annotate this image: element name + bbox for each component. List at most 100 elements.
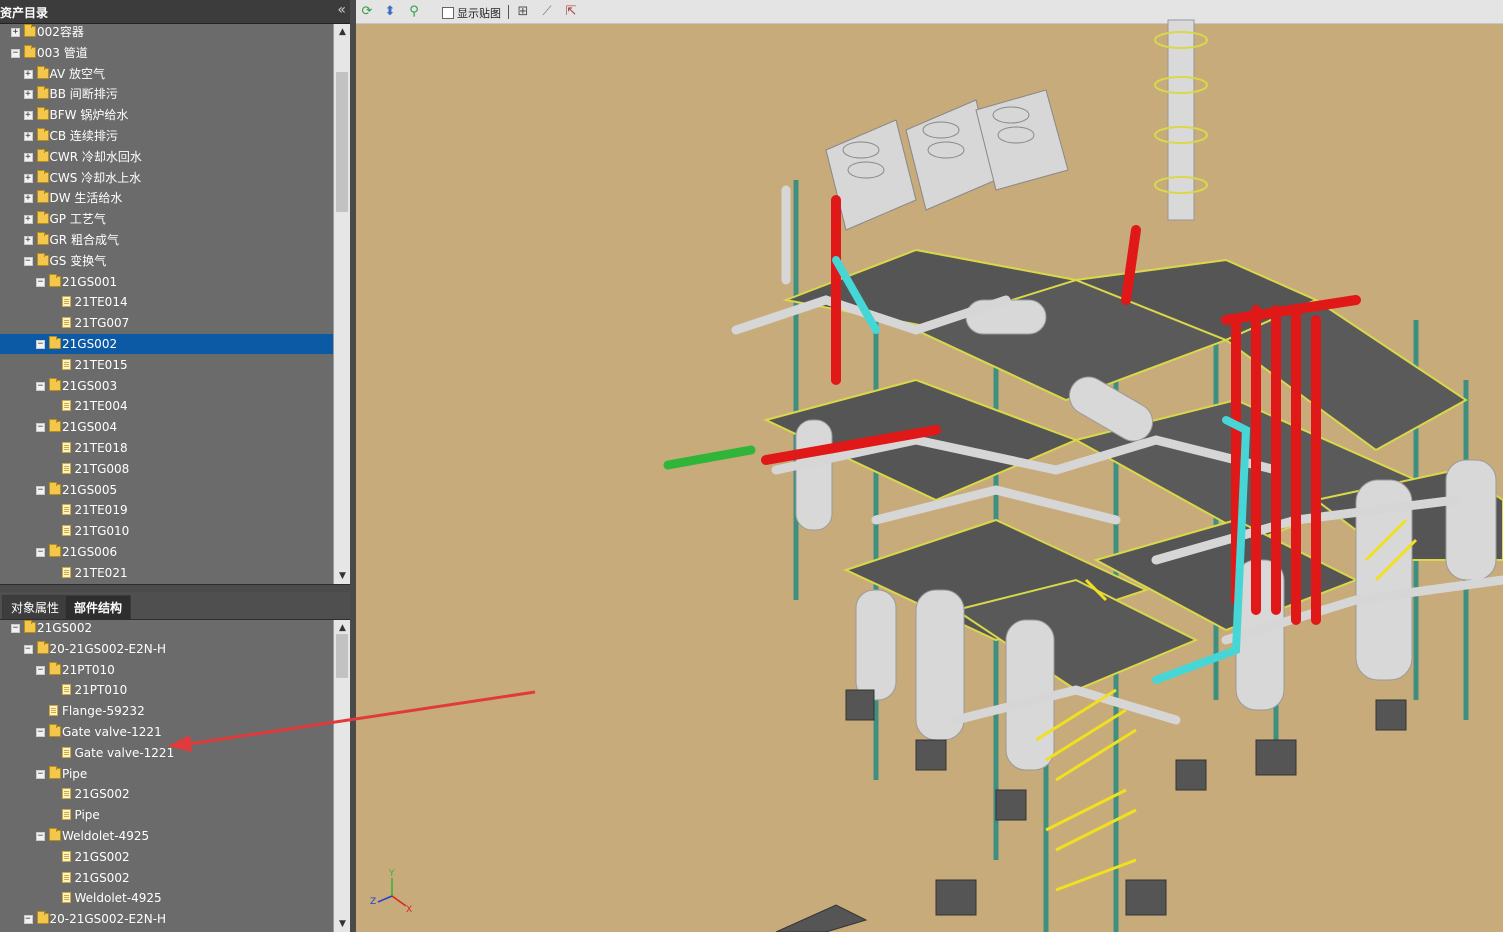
tree-node-21te019[interactable]: 21TE019 xyxy=(0,500,333,520)
expand-icon[interactable]: + xyxy=(23,194,33,204)
tree-node-bfw[interactable]: + BFW 锅炉给水 xyxy=(0,105,333,125)
tree-node-label: 21TG010 xyxy=(74,524,130,539)
tree-node-21gs002[interactable]: 21GS002 xyxy=(0,847,333,867)
tree-node-21pt010[interactable]: 21PT010 xyxy=(0,680,333,700)
tree-node-003[interactable]: − 003 管道 xyxy=(0,43,333,63)
collapse-icon[interactable]: − xyxy=(36,340,45,349)
expand-icon[interactable]: + xyxy=(23,111,33,121)
collapse-icon[interactable]: − xyxy=(36,277,45,287)
tree-node-21gs002[interactable]: − 21GS002 xyxy=(0,620,333,638)
tree-node-flange-59232[interactable]: Flange-59232 xyxy=(0,701,333,721)
tree-node-20-21gs002-e2n-h[interactable]: − 20-21GS002-E2N-H xyxy=(0,909,333,929)
tree-node-21te021[interactable]: 21TE021 xyxy=(0,563,333,583)
collapse-icon[interactable]: − xyxy=(36,381,45,391)
folder-icon xyxy=(49,544,61,557)
document-icon xyxy=(61,296,71,308)
tree-node-21gs003[interactable]: − 21GS003 xyxy=(0,376,333,396)
tree-node-21gs006[interactable]: − 21GS006 xyxy=(0,542,333,562)
panel-divider[interactable] xyxy=(0,584,352,592)
tree-node-21te014[interactable]: 21TE014 xyxy=(0,292,333,312)
collapse-icon[interactable]: − xyxy=(36,548,45,557)
scroll-up-icon[interactable]: ▲ xyxy=(334,24,351,40)
tree-node-21tg008[interactable]: 21TG008 xyxy=(0,459,333,479)
expand-icon[interactable]: + xyxy=(23,215,33,225)
collapse-icon[interactable]: − xyxy=(23,644,33,654)
component-tree[interactable]: −21GS002−20-21GS002-E2N-H −21PT010 21PT010… xyxy=(0,620,333,932)
tree-node-gr[interactable]: + GR 粗合成气 xyxy=(0,230,333,250)
expand-icon[interactable]: + xyxy=(23,90,33,100)
document-icon xyxy=(61,400,71,412)
tree-node-weldolet-4925[interactable]: Weldolet-4925 xyxy=(0,888,333,908)
scroll-down-icon[interactable]: ▼ xyxy=(334,568,351,584)
tree-node-pipe[interactable]: Pipe xyxy=(0,805,333,825)
tree-node-label: 20-21GS002-E2N-H xyxy=(49,912,167,927)
collapse-icon[interactable]: − xyxy=(11,48,20,58)
tree-node-21tg010[interactable]: 21TG010 xyxy=(0,521,333,541)
tree-node-bb[interactable]: + BB 间断排污 xyxy=(0,84,333,104)
expand-icon[interactable]: + xyxy=(23,236,33,245)
tab-object-properties[interactable]: 对象属性 xyxy=(2,595,69,619)
tree-node-20-21gs002-e2n-h[interactable]: − 20-21GS002-E2N-H xyxy=(0,639,333,659)
tree-node-21te018[interactable]: 21TE018 xyxy=(0,438,333,458)
scroll-thumb[interactable] xyxy=(336,72,348,212)
expand-icon[interactable]: + xyxy=(23,132,33,141)
document-icon xyxy=(61,746,71,758)
expand-icon[interactable]: + xyxy=(23,69,33,79)
component-tree-scrollbar[interactable]: ▲ ▼ xyxy=(333,620,350,932)
tree-node-label: 21TG007 xyxy=(74,316,130,331)
tree-node-label: GP 工艺气 xyxy=(49,212,106,227)
collapse-icon[interactable]: − xyxy=(36,485,45,495)
tree-node-gp[interactable]: + GP 工艺气 xyxy=(0,209,333,229)
tree-node-label: GS 变换气 xyxy=(49,253,107,268)
tree-node-21te004[interactable]: 21TE004 xyxy=(0,396,333,416)
tree-node-002[interactable]: +002容器 xyxy=(0,24,333,42)
tree-node-cws[interactable]: + CWS 冷却水上水 xyxy=(0,168,333,188)
tree-node-21gs002[interactable]: 21GS002 xyxy=(0,868,333,888)
expand-icon[interactable]: + xyxy=(23,173,33,183)
double-chevron-left-icon[interactable]: « xyxy=(337,2,346,18)
tree-node-21gs002[interactable]: 21GS002 xyxy=(0,784,333,804)
axis-y-label: Y xyxy=(388,869,395,879)
tree-node-cwr[interactable]: + CWR 冷却水回水 xyxy=(0,147,333,167)
collapse-icon[interactable]: − xyxy=(36,665,45,675)
tree-node-label: 002容器 xyxy=(37,25,84,39)
3d-viewport[interactable]: ⟳ ⬍ ⚲ 显示贴图 ⊞ ⟋ ⇱ Y X Z xyxy=(356,0,1503,932)
collapse-icon[interactable]: − xyxy=(36,728,45,737)
document-icon xyxy=(61,892,71,904)
scroll-down-icon[interactable]: ▼ xyxy=(334,916,351,932)
tree-node-21gs005[interactable]: − 21GS005 xyxy=(0,480,333,500)
collapse-icon[interactable]: − xyxy=(36,832,45,841)
tree-node-weldolet-4925[interactable]: − Weldolet-4925 xyxy=(0,826,333,846)
plant-3d-model[interactable]: Y X Z xyxy=(356,0,1503,932)
tree-node-gs[interactable]: − GS 变换气 xyxy=(0,251,333,271)
folder-icon xyxy=(24,24,36,37)
collapse-icon[interactable]: − xyxy=(36,423,45,433)
expand-icon[interactable]: + xyxy=(23,152,33,162)
asset-tree[interactable]: +002容器 − 003 管道 + AV 放空气 + BB 间断排污 + BFW 锅炉给水 + CB… xyxy=(0,24,333,584)
tree-node-21gs001[interactable]: − 21GS001 xyxy=(0,272,333,292)
scroll-thumb[interactable] xyxy=(336,634,348,678)
folder-icon xyxy=(36,86,49,100)
expand-icon[interactable]: + xyxy=(11,28,20,37)
collapse-icon[interactable]: − xyxy=(23,256,33,266)
collapse-icon[interactable]: − xyxy=(11,624,20,633)
tree-node-av[interactable]: + AV 放空气 xyxy=(0,64,333,84)
tree-node-21gs002[interactable]: − 21GS002 xyxy=(0,334,333,354)
tab-component-structure[interactable]: 部件结构 xyxy=(65,595,132,619)
tree-node-label: 21TE019 xyxy=(74,503,128,518)
asset-tree-scrollbar[interactable]: ▲ ▼ xyxy=(333,24,350,584)
folder-icon xyxy=(36,232,49,245)
tree-node-cb[interactable]: + CB 连续排污 xyxy=(0,126,333,146)
tree-node-21tg007[interactable]: 21TG007 xyxy=(0,313,333,333)
tree-node-21te015[interactable]: 21TE015 xyxy=(0,355,333,375)
tree-node-dw[interactable]: + DW 生活给水 xyxy=(0,188,333,208)
tree-node-label: AV 放空气 xyxy=(49,66,105,81)
tree-node-pipe[interactable]: − Pipe xyxy=(0,764,333,784)
document-icon xyxy=(61,462,71,474)
tree-node-gate-valve-1221[interactable]: − Gate valve-1221 xyxy=(0,722,333,742)
tree-node-gate-valve-1221[interactable]: Gate valve-1221 xyxy=(0,743,333,763)
tree-node-21pt010[interactable]: − 21PT010 xyxy=(0,660,333,680)
tree-node-21gs004[interactable]: − 21GS004 xyxy=(0,417,333,437)
collapse-icon[interactable]: − xyxy=(36,769,45,779)
collapse-icon[interactable]: − xyxy=(23,915,33,925)
